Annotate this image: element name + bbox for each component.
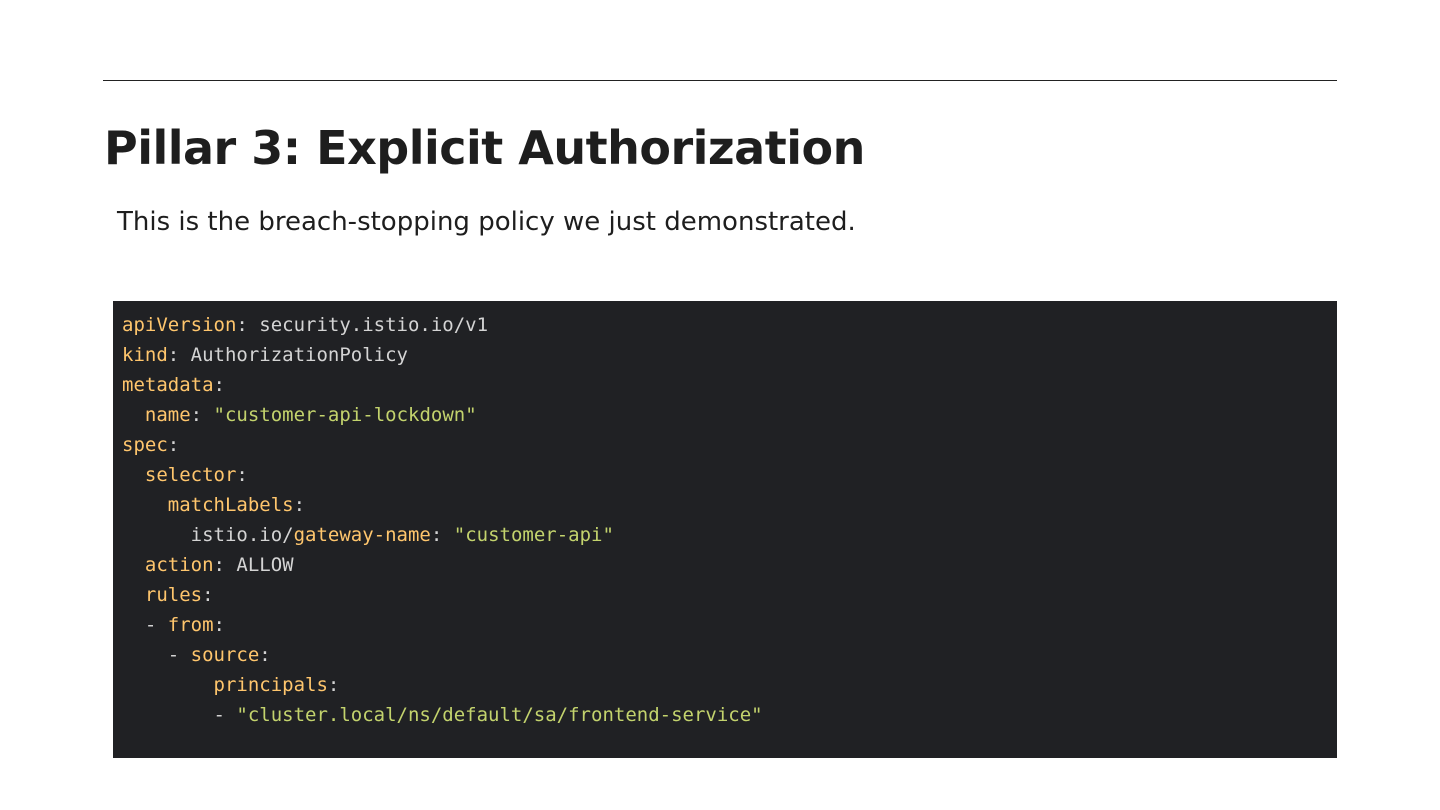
code-token-text: : bbox=[327, 674, 340, 696]
code-token-text: : bbox=[213, 614, 225, 636]
code-line: principals: bbox=[122, 670, 1337, 700]
code-token-text: : bbox=[167, 434, 180, 456]
slide-subtitle: This is the breach-stopping policy we ju… bbox=[117, 207, 856, 237]
code-line: - source: bbox=[122, 640, 1337, 670]
code-line: apiVersion: security.istio.io/v1 bbox=[122, 310, 1337, 340]
code-token-key: spec bbox=[122, 434, 168, 456]
code-line: - from: bbox=[122, 610, 1337, 640]
code-token-key: rules bbox=[144, 584, 203, 606]
code-token-key: name bbox=[144, 404, 191, 426]
code-token-text: : ALLOW bbox=[213, 554, 294, 576]
code-token-key: matchLabels bbox=[167, 494, 294, 516]
code-line: - "cluster.local/ns/default/sa/frontend-… bbox=[122, 700, 1337, 730]
code-token-text: istio.io/ bbox=[122, 524, 294, 546]
code-token-text: : bbox=[202, 584, 214, 606]
code-line: kind: AuthorizationPolicy bbox=[122, 340, 1337, 370]
code-line: matchLabels: bbox=[122, 490, 1337, 520]
top-divider bbox=[103, 80, 1337, 81]
code-token-key: selector bbox=[144, 464, 237, 486]
code-token-text: - bbox=[122, 614, 168, 636]
code-token-key: apiVersion bbox=[122, 314, 237, 336]
code-line: action: ALLOW bbox=[122, 550, 1337, 580]
code-line: istio.io/gateway-name: "customer-api" bbox=[122, 520, 1337, 550]
yaml-code-block: apiVersion: security.istio.io/v1 kind: Au… bbox=[113, 301, 1337, 758]
code-token-text: : bbox=[236, 464, 248, 486]
code-token-text: : security.istio.io/v1 bbox=[236, 314, 489, 336]
code-token-text: : bbox=[190, 404, 214, 426]
code-token-text: : AuthorizationPolicy bbox=[167, 344, 408, 366]
code-token-key: gateway-name bbox=[293, 524, 431, 546]
code-token-text: - bbox=[122, 704, 237, 726]
code-line: selector: bbox=[122, 460, 1337, 490]
code-token-text: - bbox=[122, 644, 191, 666]
code-token-key: source bbox=[190, 644, 260, 666]
code-token-key: principals bbox=[213, 674, 328, 696]
code-token-text: : bbox=[293, 494, 306, 516]
code-token-key: kind bbox=[122, 344, 168, 366]
code-token-key: action bbox=[144, 554, 214, 576]
code-token-string: "customer-api" bbox=[453, 524, 614, 546]
code-line: name: "customer-api-lockdown" bbox=[122, 400, 1337, 430]
slide-title: Pillar 3: Explicit Authorization bbox=[104, 121, 865, 175]
code-token-text: : bbox=[213, 374, 225, 396]
code-line: spec: bbox=[122, 430, 1337, 460]
code-token-string: "cluster.local/ns/default/sa/frontend-se… bbox=[236, 704, 763, 726]
code-line: metadata: bbox=[122, 370, 1337, 400]
code-token-key: metadata bbox=[122, 374, 214, 396]
code-token-text: : bbox=[259, 644, 271, 666]
code-token-text: : bbox=[430, 524, 454, 546]
code-token-key: from bbox=[167, 614, 214, 636]
code-line: rules: bbox=[122, 580, 1337, 610]
code-token-string: "customer-api-lockdown" bbox=[213, 404, 477, 426]
